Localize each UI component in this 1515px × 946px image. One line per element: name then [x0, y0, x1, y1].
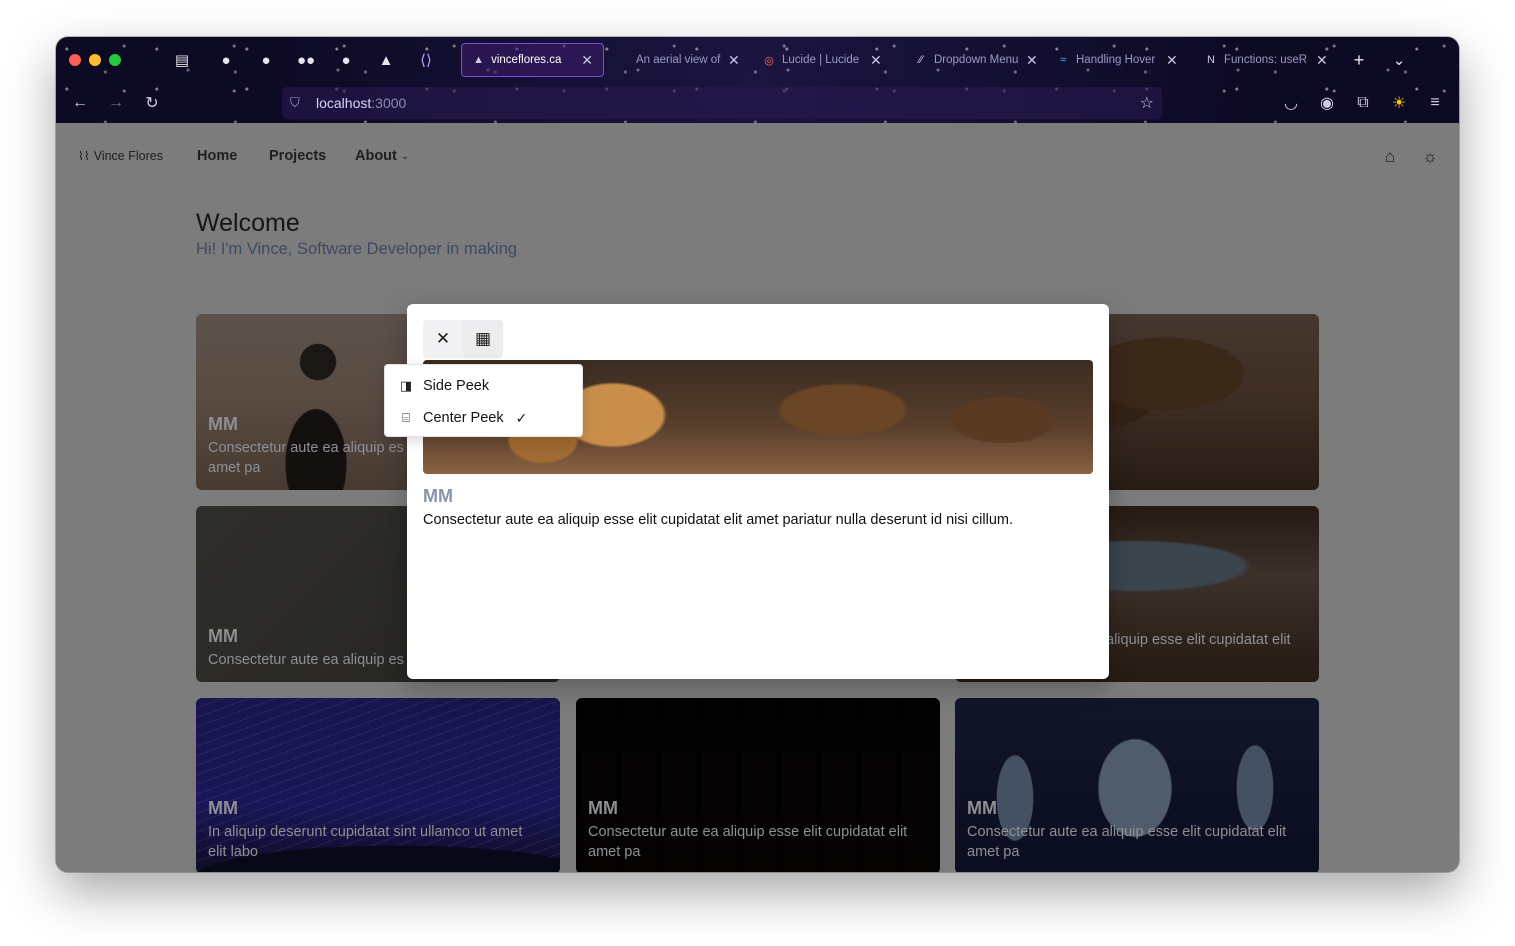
- menu-item-label: Side Peek: [423, 378, 490, 394]
- page-content: ⌇⌇ Vince Flores Home Projects About ⌄ ⌂ …: [56, 123, 1459, 872]
- project-card[interactable]: MM Consectetur aute ea aliquip esse elit…: [955, 698, 1319, 872]
- card-tag: MM: [208, 626, 238, 646]
- peek-mode-menu: ◨ Side Peek ⌸ Center Peek ✓: [384, 364, 583, 437]
- site-nav: ⌇⌇ Vince Flores Home Projects About ⌄ ⌂ …: [56, 123, 1459, 191]
- close-tab-icon[interactable]: ✕: [1026, 52, 1038, 69]
- zoom-window-button[interactable]: [109, 54, 121, 66]
- project-card[interactable]: MM Consectetur aute ea aliquip esse elit…: [576, 698, 940, 872]
- chevron-down-icon: ⌄: [400, 150, 410, 162]
- brand-name: Vince Flores: [93, 149, 163, 163]
- github-icon[interactable]: ⌂: [1378, 145, 1402, 169]
- extensions-icon[interactable]: ⧉: [1351, 91, 1375, 115]
- close-tab-icon[interactable]: ✕: [1316, 52, 1328, 69]
- browser-chrome: ▤ ● ● ●● ● ▲ ⟨⟩ ▲ vinceflores.ca ✕ An ae…: [56, 37, 1459, 872]
- bookmark-star-icon[interactable]: ☆: [1140, 93, 1154, 113]
- browser-window: ▤ ● ● ●● ● ▲ ⟨⟩ ▲ vinceflores.ca ✕ An ae…: [56, 37, 1459, 872]
- card-tag: MM: [208, 798, 238, 818]
- page-title: Welcome: [196, 209, 300, 237]
- radix-icon: ⁄⁄: [919, 54, 923, 66]
- next-icon: N: [1207, 54, 1215, 66]
- nav-home[interactable]: Home: [197, 148, 237, 164]
- minimize-window-button[interactable]: [89, 54, 101, 66]
- nav-about-label: About: [355, 148, 397, 164]
- menu-item-center-peek[interactable]: ⌸ Center Peek ✓: [385, 403, 582, 433]
- card-tag: MM: [588, 798, 618, 818]
- close-window-button[interactable]: [69, 54, 81, 66]
- panel-center-icon: ⌸: [402, 410, 410, 425]
- nav-toolbar: ← → ↻ ⛉ ▯ localhost:3000 ☆ ◡ ◉ ⧉ ☀ ≡: [56, 83, 1459, 872]
- layout-icon[interactable]: ▦: [463, 320, 503, 358]
- account-icon[interactable]: ◉: [1315, 91, 1339, 115]
- logo-icon: ⌇⌇: [78, 149, 90, 163]
- triangle-icon: ▲: [473, 54, 484, 66]
- card-tag: MM: [967, 798, 997, 818]
- forward-icon[interactable]: →: [104, 91, 128, 115]
- tab-aerial-view[interactable]: An aerial view of ✕: [626, 43, 750, 77]
- page-subtitle: Hi! I'm Vince, Software Developer in mak…: [196, 240, 518, 258]
- menu-item-label: Center Peek: [423, 410, 504, 426]
- menu-icon[interactable]: ≡: [1423, 91, 1447, 115]
- new-tab-icon[interactable]: +: [1347, 49, 1371, 71]
- tab-vinceflores[interactable]: ▲ vinceflores.ca ✕: [461, 43, 604, 77]
- card-desc: In aliquip deserunt cupidatat sint ullam…: [208, 824, 523, 860]
- url-port: :3000: [371, 95, 407, 111]
- modal-desc: Consectetur aute ea aliquip esse elit cu…: [423, 512, 1013, 528]
- tab-title: vinceflores.ca: [491, 54, 562, 66]
- card-desc: Consectetur aute ea aliquip esse elit cu…: [588, 824, 908, 860]
- url-host: localhost: [316, 95, 372, 111]
- vercel-icon[interactable]: ▲: [374, 49, 398, 71]
- github-icon[interactable]: ●: [214, 49, 238, 71]
- tab-title: Lucide | Lucide: [782, 54, 860, 66]
- card-desc: Consectetur aute ea aliquip esse elit cu…: [967, 824, 1287, 860]
- close-tab-icon[interactable]: ✕: [581, 52, 593, 69]
- panel-right-icon: ◨: [399, 378, 413, 393]
- card-tag: MM: [208, 414, 238, 434]
- nav-projects[interactable]: Projects: [269, 148, 326, 164]
- back-icon[interactable]: ←: [68, 91, 92, 115]
- tab-title: An aerial view of: [636, 54, 721, 66]
- project-card[interactable]: MM In aliquip deserunt cupidatat sint ul…: [196, 698, 560, 872]
- tab-title: Handling Hover: [1076, 54, 1156, 66]
- modal-tag: MM: [423, 486, 453, 506]
- github-icon[interactable]: ●: [334, 49, 358, 71]
- menu-item-side-peek[interactable]: ◨ Side Peek: [385, 371, 582, 401]
- brand[interactable]: ⌇⌇ Vince Flores: [78, 149, 163, 163]
- tab-dropdown-menu[interactable]: ⁄⁄ Dropdown Menu ✕: [904, 43, 1048, 77]
- address-bar[interactable]: ⛉ ▯ localhost:3000 ☆: [282, 87, 1162, 872]
- pocket-icon[interactable]: ◡: [1279, 91, 1303, 115]
- close-tab-icon[interactable]: ✕: [870, 52, 882, 69]
- list-tabs-icon[interactable]: ⌄: [1387, 49, 1411, 71]
- nav-about[interactable]: About ⌄: [355, 148, 409, 164]
- card-desc: aliquip esse elit cupidatat elit: [1106, 632, 1291, 648]
- reload-icon[interactable]: ↻: [140, 91, 164, 115]
- lucide-icon: ◎: [764, 54, 774, 67]
- url-text: localhost:3000: [316, 95, 406, 111]
- tab-title: Dropdown Menu: [934, 54, 1019, 66]
- tab-overview-icon[interactable]: ▤: [170, 49, 194, 71]
- medium-icon[interactable]: ●●: [294, 49, 318, 71]
- tab-title: Functions: useR: [1224, 54, 1308, 66]
- shield-icon[interactable]: ⛉: [290, 95, 308, 111]
- theme-sun-icon[interactable]: ☀: [1387, 91, 1411, 115]
- tab-handling-hover[interactable]: ≈ Handling Hover ✕: [1046, 43, 1188, 77]
- peek-modal: ✕ ▦ MM Consectetur aute ea aliquip esse …: [407, 304, 1109, 679]
- tab-bar: ▤ ● ● ●● ● ▲ ⟨⟩ ▲ vinceflores.ca ✕ An ae…: [56, 37, 1459, 83]
- tab-lucide[interactable]: ◎ Lucide | Lucide ✕: [752, 43, 892, 77]
- theme-toggle-icon[interactable]: ☼: [1418, 145, 1442, 169]
- github-icon[interactable]: ●: [254, 49, 278, 71]
- close-tab-icon[interactable]: ✕: [728, 52, 740, 69]
- check-icon: ✓: [515, 409, 528, 426]
- tab-functions[interactable]: N Functions: useR ✕: [1194, 43, 1338, 77]
- close-icon[interactable]: ✕: [423, 320, 463, 358]
- code-icon[interactable]: ⟨⟩: [414, 49, 438, 71]
- close-tab-icon[interactable]: ✕: [1166, 52, 1178, 69]
- tailwind-icon: ≈: [1059, 54, 1067, 66]
